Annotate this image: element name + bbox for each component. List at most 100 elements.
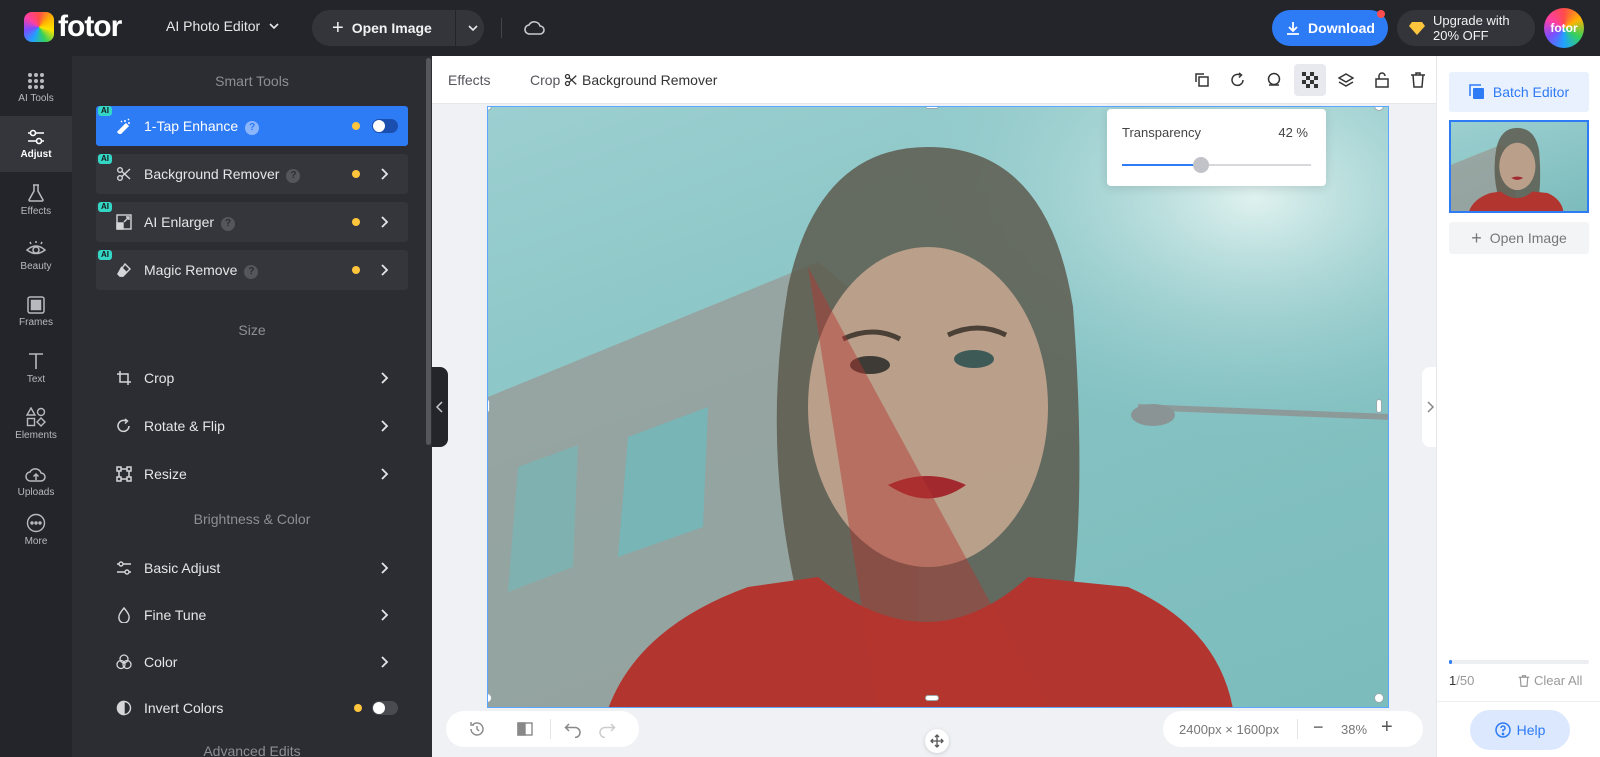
resize-icon: [116, 466, 132, 482]
zoom-out-button[interactable]: −: [1313, 717, 1324, 738]
tool-label: Color: [144, 654, 178, 670]
cloud-icon[interactable]: [524, 18, 546, 38]
tool-label: Magic Remove?: [144, 262, 259, 279]
eye-icon: [25, 241, 47, 255]
tool-color[interactable]: Color: [96, 642, 408, 682]
photo-image: [488, 107, 1388, 707]
tool-invert-colors[interactable]: Invert Colors: [96, 688, 408, 728]
image-thumbnail[interactable]: [1449, 120, 1589, 213]
help-circle-icon: [1494, 722, 1511, 738]
help-icon[interactable]: ?: [244, 265, 259, 279]
resize-handle-left[interactable]: [488, 399, 490, 413]
rail-label: AI Tools: [18, 93, 54, 104]
eraser-icon: [117, 262, 131, 277]
chevron-right-icon: [1427, 401, 1435, 413]
toggle-knob: [373, 120, 385, 132]
help-icon[interactable]: ?: [286, 169, 301, 183]
rail-label: Text: [26, 374, 46, 385]
rail-item-text[interactable]: Text: [0, 340, 72, 396]
tool-magic-remove[interactable]: AI Magic Remove?: [96, 250, 408, 290]
chevron-right-icon: [381, 562, 389, 574]
toolbar-effects-link[interactable]: Effects: [448, 71, 491, 89]
plus-icon: +: [1471, 227, 1482, 248]
history-icon[interactable]: [468, 720, 486, 738]
tool-one-tap-enhance[interactable]: AI 1-Tap Enhance?: [96, 106, 408, 146]
batch-editor-button[interactable]: Batch Editor: [1449, 72, 1589, 112]
shapes-icon: [26, 407, 46, 427]
clear-all-button[interactable]: Clear All: [1518, 673, 1582, 688]
mask-icon[interactable]: [1262, 68, 1286, 92]
rail-item-frames[interactable]: Frames: [0, 284, 72, 340]
upgrade-line-1: Upgrade with: [1433, 13, 1510, 28]
tool-background-remover[interactable]: AI Background Remover?: [96, 154, 408, 194]
help-icon[interactable]: ?: [245, 121, 260, 135]
help-button[interactable]: Help: [1470, 710, 1570, 750]
rotate-icon[interactable]: [1226, 68, 1250, 92]
undo-icon[interactable]: [564, 720, 582, 738]
help-icon[interactable]: ?: [221, 217, 236, 231]
tool-resize[interactable]: Resize: [96, 454, 408, 494]
scissors-icon: [564, 73, 577, 87]
enlarge-icon: [116, 214, 132, 230]
fotor-logo[interactable]: fotor: [24, 12, 122, 42]
layers-icon[interactable]: [1334, 68, 1358, 92]
collapse-panel-button[interactable]: [432, 367, 448, 447]
rail-label: Beauty: [20, 261, 52, 272]
transparency-popover: Transparency 42 %: [1107, 109, 1326, 186]
rail-item-elements[interactable]: Elements: [0, 396, 72, 452]
zoom-level[interactable]: 38%: [1341, 722, 1367, 737]
rail-item-more[interactable]: More: [0, 502, 72, 558]
editor-mode-select[interactable]: AI Photo Editor: [166, 18, 280, 34]
tool-ai-enlarger[interactable]: AI AI Enlarger?: [96, 202, 408, 242]
resize-handle-bottom[interactable]: [925, 695, 939, 701]
move-handle-icon[interactable]: [925, 729, 949, 753]
panel-scrollbar[interactable]: [426, 58, 431, 445]
thumbnail-image: [1451, 127, 1564, 211]
status-dot: [352, 122, 360, 130]
resize-handle-bottom-right[interactable]: [1374, 693, 1384, 703]
transparency-slider[interactable]: [1122, 157, 1311, 173]
rail-item-beauty[interactable]: Beauty: [0, 228, 72, 284]
invert-toggle[interactable]: [372, 701, 398, 715]
rail-item-adjust[interactable]: Adjust: [0, 116, 72, 172]
chevron-down-icon: [269, 23, 279, 30]
slider-fill: [1122, 164, 1202, 166]
resize-handle-top[interactable]: [925, 107, 939, 109]
resize-handle-right[interactable]: [1376, 399, 1382, 413]
download-button[interactable]: Download: [1272, 10, 1388, 46]
lock-icon[interactable]: [1370, 68, 1394, 92]
redo-icon[interactable]: [598, 720, 616, 738]
download-icon: [1287, 22, 1300, 35]
trash-icon: [1518, 674, 1530, 687]
compare-icon[interactable]: [516, 720, 534, 738]
open-image-button[interactable]: + Open Image: [312, 10, 484, 46]
rail-label: Frames: [19, 317, 53, 328]
enhance-toggle[interactable]: [372, 119, 398, 133]
tool-label: Resize: [144, 466, 187, 482]
transparency-label: Transparency: [1122, 125, 1201, 140]
transparency-icon[interactable]: [1294, 64, 1326, 96]
photo-canvas[interactable]: [487, 106, 1389, 708]
duplicate-icon[interactable]: [1190, 68, 1214, 92]
slider-knob[interactable]: [1193, 157, 1210, 173]
history-controls: [446, 711, 639, 747]
tool-basic-adjust[interactable]: Basic Adjust: [96, 548, 408, 588]
tool-crop[interactable]: Crop: [96, 358, 408, 398]
delete-icon[interactable]: [1406, 68, 1430, 92]
open-image-button-right[interactable]: + Open Image: [1449, 222, 1589, 254]
upgrade-button[interactable]: Upgrade with 20% OFF: [1397, 10, 1535, 46]
toolbar-crop-link[interactable]: Crop: [530, 71, 560, 89]
rail-item-effects[interactable]: Effects: [0, 172, 72, 228]
avatar[interactable]: fotor: [1544, 8, 1584, 48]
toolbar-background-remover-link[interactable]: Background Remover: [564, 71, 717, 89]
rail-item-ai-tools[interactable]: AI Tools: [0, 60, 72, 116]
tool-label-text: 1-Tap Enhance: [144, 118, 239, 134]
tool-rotate-flip[interactable]: Rotate & Flip: [96, 406, 408, 446]
chevron-down-icon[interactable]: [464, 19, 482, 37]
upgrade-line-2: 20% OFF: [1433, 28, 1489, 43]
flask-icon: [28, 184, 44, 202]
tool-fine-tune[interactable]: Fine Tune: [96, 595, 408, 635]
diamond-icon: [1409, 22, 1425, 35]
chevron-right-icon: [381, 468, 389, 480]
zoom-in-button[interactable]: +: [1381, 716, 1393, 739]
